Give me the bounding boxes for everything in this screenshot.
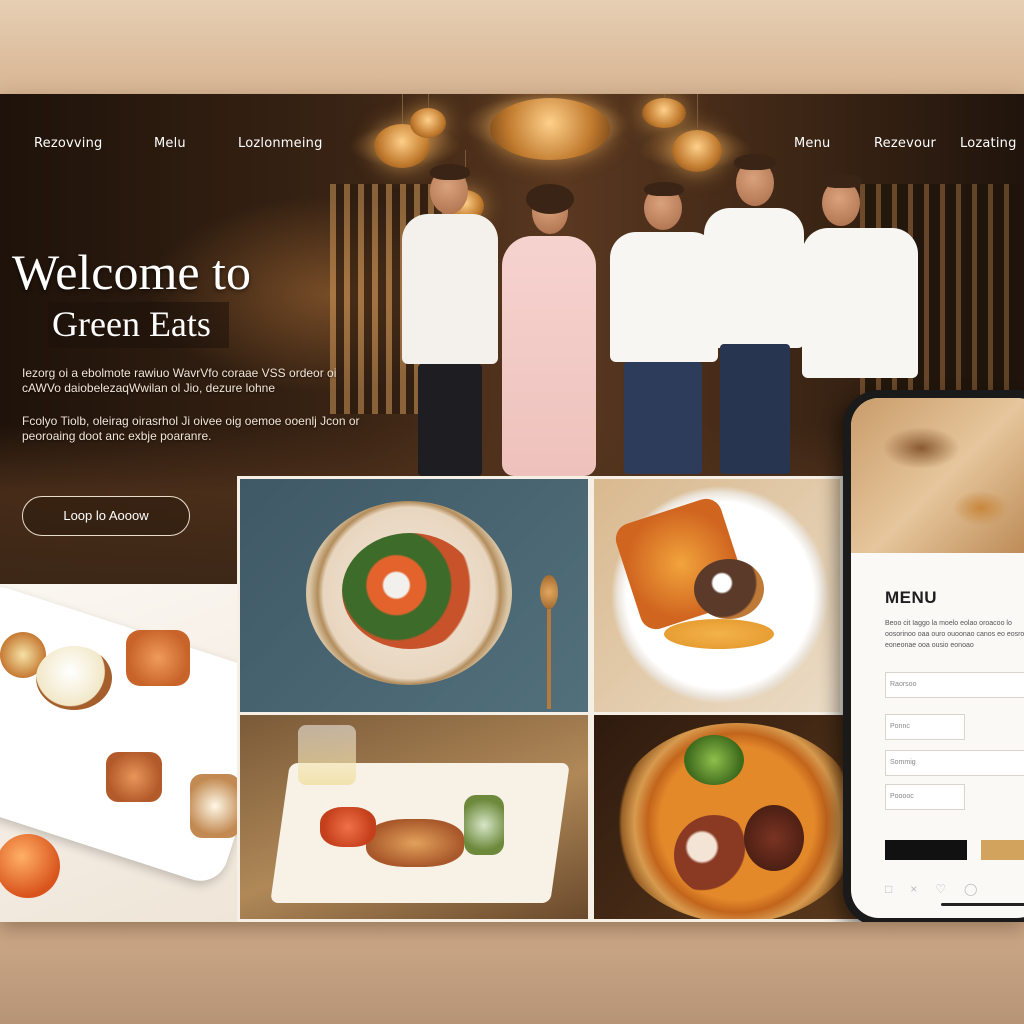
phone-input-field[interactable]: Raorsoo bbox=[885, 672, 1024, 698]
home-indicator bbox=[941, 903, 1024, 906]
hero-title: Welcome to bbox=[12, 244, 251, 300]
phone-dark-button[interactable] bbox=[885, 840, 967, 860]
pendant-lamp bbox=[490, 94, 610, 160]
phone-hero-image bbox=[851, 398, 1024, 553]
phone-input-field[interactable]: Sommig bbox=[885, 750, 1024, 776]
close-icon[interactable]: × bbox=[910, 882, 917, 896]
website-mockup: Rezovving Melu Lozlonmeing Menu Rezevour… bbox=[0, 94, 1024, 922]
hero-subtitle: Green Eats bbox=[48, 302, 229, 348]
food-photo-appetizers bbox=[0, 584, 238, 922]
hero-paragraph: Fcolyo Tiolb, oleirag oirasrhol Ji oivee… bbox=[22, 414, 360, 443]
phone-icon-bar: □ × ♡ ◯ bbox=[885, 882, 1024, 896]
heart-icon[interactable]: ♡ bbox=[935, 882, 946, 896]
nav-link-reserve-right[interactable]: Rezevour bbox=[874, 136, 936, 151]
cta-button[interactable]: Loop lo Aooow bbox=[22, 496, 190, 536]
food-photo-curry bbox=[591, 712, 881, 922]
cart-icon[interactable]: ◯ bbox=[964, 882, 977, 896]
hero-paragraph: Iezorg oi a ebolmote rawiuo WavrVfo cora… bbox=[22, 366, 337, 395]
phone-icon[interactable]: □ bbox=[885, 882, 892, 896]
pendant-lamp bbox=[410, 94, 446, 138]
staff-member bbox=[700, 154, 810, 479]
nav-link-location[interactable]: Lozlonmeing bbox=[238, 136, 323, 151]
phone-menu-title: MENU bbox=[885, 588, 938, 607]
phone-input-field[interactable]: Pooooc bbox=[885, 784, 965, 810]
phone-mockup: MENU Beoo cit Iaggo la moelo eolao oroac… bbox=[843, 390, 1024, 922]
nav-link-location-right[interactable]: Lozating bbox=[960, 136, 1017, 151]
food-photo-dessert bbox=[591, 476, 843, 716]
pendant-lamp bbox=[642, 94, 686, 128]
nav-link-menu-right[interactable]: Menu bbox=[794, 136, 831, 151]
food-photo-grilled bbox=[237, 712, 591, 922]
staff-member bbox=[488, 184, 608, 484]
phone-gold-button[interactable] bbox=[981, 840, 1024, 860]
phone-menu-text: Beoo cit Iaggo la moelo eolao oroacoo lo… bbox=[885, 620, 1024, 649]
nav-link-menu[interactable]: Melu bbox=[154, 136, 186, 151]
food-photo-salad bbox=[237, 476, 591, 716]
phone-screen: MENU Beoo cit Iaggo la moelo eolao oroac… bbox=[851, 398, 1024, 918]
nav-link-reserve[interactable]: Rezovving bbox=[34, 136, 103, 151]
phone-input-field[interactable]: Ponnc bbox=[885, 714, 965, 740]
